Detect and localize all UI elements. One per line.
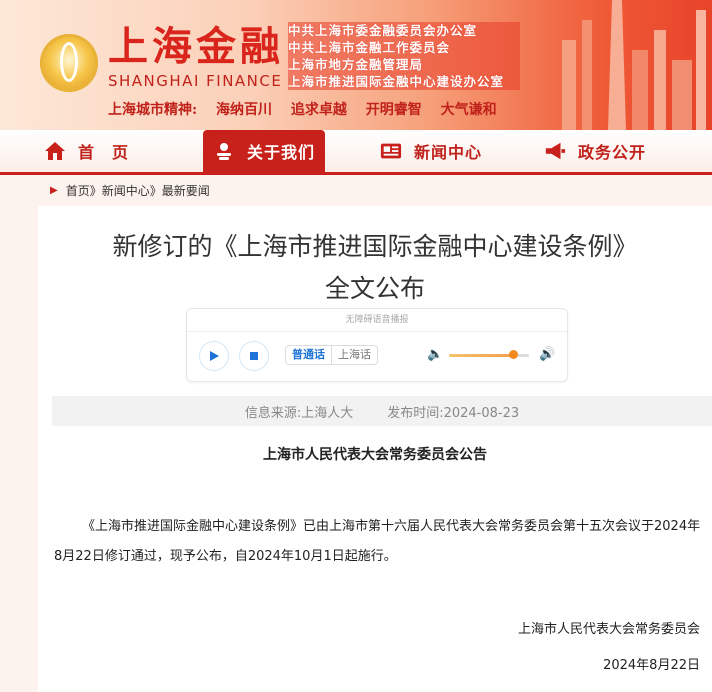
skyline-illustration [562, 0, 706, 130]
office-item: 中共上海市委金融委员会办公室 [288, 22, 520, 39]
breadcrumb: ▶ 首页》新闻中心》最新要闻 [0, 178, 712, 202]
article-publish-time: 发布时间:2024-08-23 [387, 405, 520, 421]
brand-title: 上海金融 [108, 23, 284, 70]
lang-mandarin[interactable]: 普通话 [286, 346, 332, 364]
volume-low-icon[interactable]: 🔈 [427, 347, 443, 362]
nav-item-about[interactable]: 关于我们 [203, 130, 326, 172]
main-nav: 首 页 关于我们 新闻中心 政务公开 [0, 130, 712, 172]
header-banner: 上海金融 SHANGHAI FINANCE 中共上海市委金融委员会办公室 中共上… [0, 0, 712, 130]
stop-button[interactable] [239, 341, 269, 371]
article-panel: 新修订的《上海市推进国际金融中心建设条例》 全文公布 无障碍语音播报 普通话 上… [38, 206, 712, 692]
stop-icon [250, 352, 258, 360]
city-spirit-item: 开明睿智 [365, 102, 422, 118]
nav-item-home[interactable]: 首 页 [44, 130, 129, 172]
nav-label: 新闻中心 [414, 143, 483, 162]
play-icon [210, 351, 219, 361]
nav-label: 政务公开 [578, 143, 647, 162]
article-title-line: 新修订的《上海市推进国际金融中心建设条例》 [112, 232, 638, 261]
player-label: 无障碍语音播报 [187, 309, 567, 332]
shanghai-finance-logo[interactable] [40, 34, 98, 92]
announcement-date: 2024年8月22日 [603, 658, 700, 673]
news-icon [380, 140, 402, 162]
home-icon [44, 140, 66, 162]
announcement-body: 《上海市推进国际金融中心建设条例》已由上海市第十六届人民代表大会常务委员会第十五… [54, 519, 701, 564]
city-spirit-item: 海纳百川 [216, 102, 273, 118]
play-button[interactable] [199, 341, 229, 371]
lang-shanghainese[interactable]: 上海话 [332, 346, 377, 364]
city-spirit-item: 大气谦和 [440, 102, 497, 118]
nav-item-government[interactable]: 政务公开 [544, 130, 646, 172]
article-title-line: 全文公布 [324, 274, 425, 303]
city-spirit-item: 追求卓越 [290, 102, 347, 118]
article-title: 新修订的《上海市推进国际金融中心建设条例》 全文公布 [38, 226, 712, 310]
nav-divider [0, 172, 712, 175]
breadcrumb-text[interactable]: 首页》新闻中心》最新要闻 [66, 182, 210, 199]
volume-high-icon[interactable]: 🔊 [539, 347, 555, 362]
brand-subtitle: SHANGHAI FINANCE [108, 72, 283, 90]
nav-label: 关于我们 [247, 143, 316, 162]
megaphone-icon [544, 140, 566, 162]
announcement-signature: 上海市人民代表大会常务委员会 [517, 622, 700, 637]
about-icon [213, 140, 235, 162]
volume-slider-handle[interactable] [509, 350, 518, 359]
nav-label: 首 页 [78, 143, 130, 162]
language-toggle: 普通话 上海话 [285, 345, 378, 365]
article-meta: 信息来源:上海人大 发布时间:2024-08-23 [52, 396, 712, 426]
nav-item-news[interactable]: 新闻中心 [380, 130, 482, 172]
announcement-heading: 上海市人民代表大会常务委员会公告 [263, 447, 487, 463]
city-spirit: 上海城市精神: 海纳百川 追求卓越 开明睿智 大气谦和 [108, 99, 511, 119]
city-spirit-label: 上海城市精神: [108, 102, 198, 118]
breadcrumb-arrow-icon: ▶ [50, 184, 58, 196]
article-source: 信息来源:上海人大 [244, 405, 354, 421]
office-item: 中共上海市金融工作委员会 [288, 39, 520, 56]
office-list: 中共上海市委金融委员会办公室 中共上海市金融工作委员会 上海市地方金融管理局 上… [288, 22, 520, 90]
office-item: 上海市推进国际金融中心建设办公室 [288, 73, 520, 90]
audio-player: 无障碍语音播报 普通话 上海话 🔈 🔊 [186, 308, 568, 382]
office-item: 上海市地方金融管理局 [288, 56, 520, 73]
